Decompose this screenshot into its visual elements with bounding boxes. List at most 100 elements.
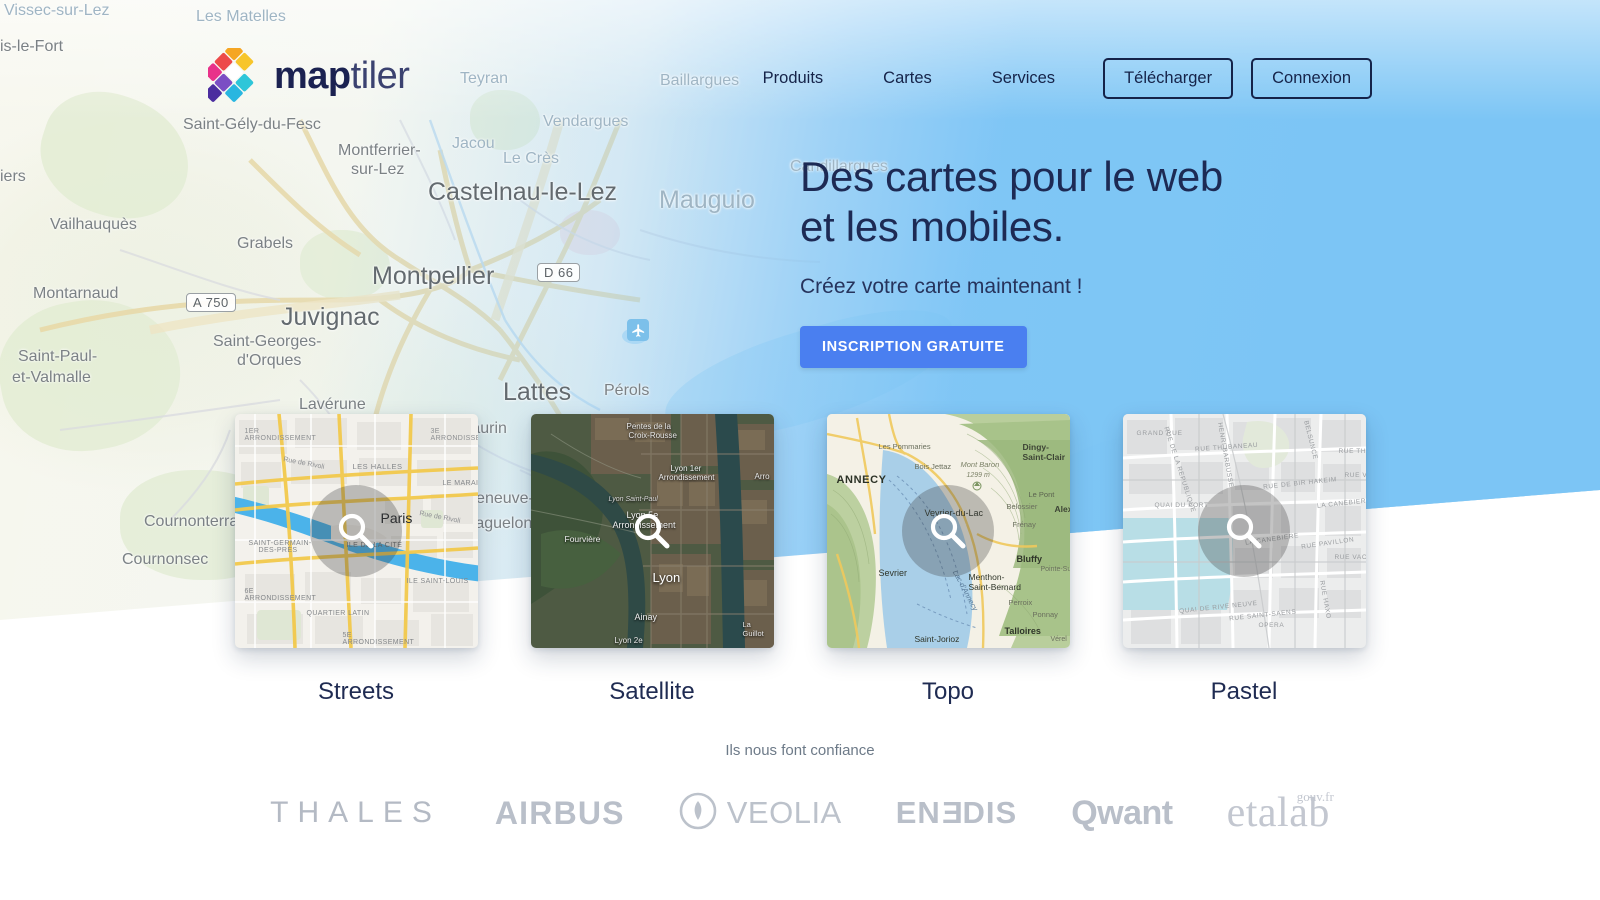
streets-label: ILE SAINT-LOUIS [406, 578, 469, 585]
client-logo-airbus: AIRBUS [495, 787, 625, 839]
trusted-by-title: Ils nous font confiance [725, 742, 875, 759]
streets-city-label: Paris [380, 510, 413, 526]
client-logo-etalab: etalab gouv.fr [1227, 787, 1334, 839]
map-place-label: Le Crès [503, 150, 560, 167]
streets-card-thumbnail[interactable]: 1ERARRONDISSEMENT 3EARRONDISSEM LES HALL… [234, 414, 478, 648]
map-road-shield: A 750 [186, 293, 236, 312]
logo-text: maptiler [274, 54, 410, 98]
client-logo-thales: THALES [270, 787, 441, 839]
airbus-wordmark: AIRBUS [494, 794, 625, 831]
streets-label: 5E ARRONDISSEMENT [342, 632, 415, 646]
topo-label: Bluffy [1016, 554, 1043, 564]
thales-wordmark: THALES [270, 796, 441, 829]
pastel-label: QUAI DU PORT [1154, 502, 1209, 509]
map-style-card-streets: 1ERARRONDISSEMENT 3EARRONDISSEM LES HALL… [234, 414, 478, 706]
client-logo-enedis: ENEDIS [896, 787, 1017, 839]
hero-copy: Des cartes pour le web et les mobiles. C… [800, 152, 1360, 369]
topo-label: Vérel [1050, 636, 1067, 643]
logo[interactable]: maptiler [204, 42, 410, 104]
streets-label: LE MARAIS [442, 480, 478, 487]
map-style-card-pastel: GRAND RUE RUE DE LA REPUBLIQUE HENRI BAR… [1122, 414, 1366, 706]
nav-link-produits[interactable]: Produits [733, 69, 854, 88]
topo-city-label: ANNECY [836, 474, 887, 486]
map-style-card-satellite: Pentes de la Croix-Rousse Lyon 1er Arrondi… [530, 414, 774, 706]
map-place-label: Lavérune [299, 396, 366, 413]
map-place-label: iers [0, 168, 26, 185]
topo-label: Talloires [1004, 626, 1041, 636]
map-place-label: Juvignac [281, 303, 380, 331]
enedis-wordmark: ENEDIS [895, 795, 1018, 830]
trusted-by-section: Ils nous font confiance THALES AIRBUS VE… [0, 742, 1600, 839]
pastel-label: OPERA [1258, 622, 1285, 629]
satellite-label: Ainay [634, 612, 658, 622]
maptiler-diamond-logo-icon [204, 42, 260, 104]
client-logo-veolia: VEOLIA [679, 787, 842, 839]
map-place-label: Grabels [237, 235, 294, 252]
topo-label: Veyrier-du-Lac [924, 508, 984, 518]
streets-label: QUARTIER LATIN [306, 610, 370, 617]
topo-label: Saint-Jorioz [914, 634, 960, 644]
satellite-label: Lyon 1er Arrondissement [658, 464, 715, 482]
topo-label: Bois Jettaz [914, 462, 952, 471]
map-place-label: Pérols [604, 382, 650, 399]
free-signup-button[interactable]: INSCRIPTION GRATUITE [800, 326, 1027, 369]
streets-label: 3EARRONDISSEM [430, 428, 478, 442]
satellite-label: Lyon 5e Arrondissement [612, 510, 676, 530]
streets-label: ILE DE LA CITÉ [346, 542, 403, 549]
veolia-wordmark: VEOLIA [726, 795, 842, 830]
pastel-label: RUE TH [1338, 448, 1366, 455]
landing-page: Les Matelles Teyran Baillargues Vendargues J… [0, 0, 1600, 900]
page-title: Des cartes pour le web et les mobiles. [800, 152, 1360, 251]
map-style-card-topo: Les Pommaries Bois Jettaz Mont Baron 129… [826, 414, 1070, 706]
card-label-satellite: Satellite [609, 678, 695, 705]
satellite-card-thumbnail[interactable]: Pentes de la Croix-Rousse Lyon 1er Arrondi… [530, 414, 774, 648]
pastel-card-thumbnail[interactable]: GRAND RUE RUE DE LA REPUBLIQUE HENRI BAR… [1122, 414, 1366, 648]
topo-label: Belossier [1006, 502, 1038, 511]
topo-label: 1299 m [966, 472, 990, 479]
map-place-label: Montpellier [372, 262, 495, 290]
map-place-label: Castelnau-le-Lez [428, 178, 617, 206]
map-place-label: Mauguio [659, 186, 755, 214]
topo-label: Sevrier [878, 568, 908, 578]
topo-label: Dingy- Saint-Clair [1022, 442, 1066, 462]
pastel-label: RUE VACON [1334, 554, 1366, 561]
logo-text-bold: map [274, 54, 351, 97]
topo-label: Frénay [1012, 520, 1036, 529]
nav-link-services[interactable]: Services [962, 69, 1085, 88]
map-place-label: sur-Lez [351, 161, 405, 178]
satellite-label: Fourvière [564, 534, 601, 544]
client-logos: THALES AIRBUS VEOLIA ENEDIS Qwant etalab… [0, 787, 1600, 839]
main-nav: Produits Cartes Services Télécharger Con… [733, 58, 1372, 99]
topo-card-thumbnail[interactable]: Les Pommaries Bois Jettaz Mont Baron 129… [826, 414, 1070, 648]
etalab-superscript: gouv.fr [1296, 789, 1334, 804]
card-label-topo: Topo [921, 678, 975, 705]
map-road-shield: D 66 [537, 263, 581, 282]
logo-text-thin: tiler [350, 54, 410, 97]
topo-label: Perroix [1008, 598, 1033, 607]
map-place-label: et-Valmalle [12, 369, 91, 386]
topo-label: Pointe-Sud [1040, 566, 1070, 573]
satellite-label: Arro [754, 472, 770, 481]
satellite-label: Pentes de la Croix-Rousse [626, 422, 677, 440]
login-button[interactable]: Connexion [1251, 58, 1372, 99]
topo-label: Alex [1054, 504, 1070, 514]
satellite-label: La Guillot [742, 620, 764, 638]
map-place-label: Saint-Paul- [18, 348, 98, 365]
download-button[interactable]: Télécharger [1103, 58, 1234, 99]
hero-title-line2: et les mobiles. [800, 202, 1064, 250]
map-place-label: Saint-Georges- [213, 333, 322, 350]
qwant-wordmark: Qwant [1071, 793, 1173, 832]
streets-label: SAINT-GERMAIN- DES-PRÉS [248, 540, 312, 554]
nav-link-cartes[interactable]: Cartes [853, 69, 962, 88]
topo-label: Menthon- Saint-Bernard [968, 572, 1021, 592]
topo-label: Les Pommaries [878, 442, 931, 451]
satellite-label: Lyon Saint-Paul [608, 496, 658, 503]
card-label-streets: Streets [317, 678, 395, 705]
hero-subtitle: Créez votre carte maintenant ! [800, 275, 1083, 299]
map-place-label: Vailhauquès [50, 216, 137, 233]
map-place-label: Montarnaud [33, 285, 119, 302]
client-logo-qwant: Qwant [1071, 787, 1173, 839]
map-style-cards: 1ERARRONDISSEMENT 3EARRONDISSEM LES HALL… [0, 414, 1600, 706]
satellite-city-label: Lyon [652, 570, 681, 585]
hero-title-line1: Des cartes pour le web [800, 153, 1223, 200]
